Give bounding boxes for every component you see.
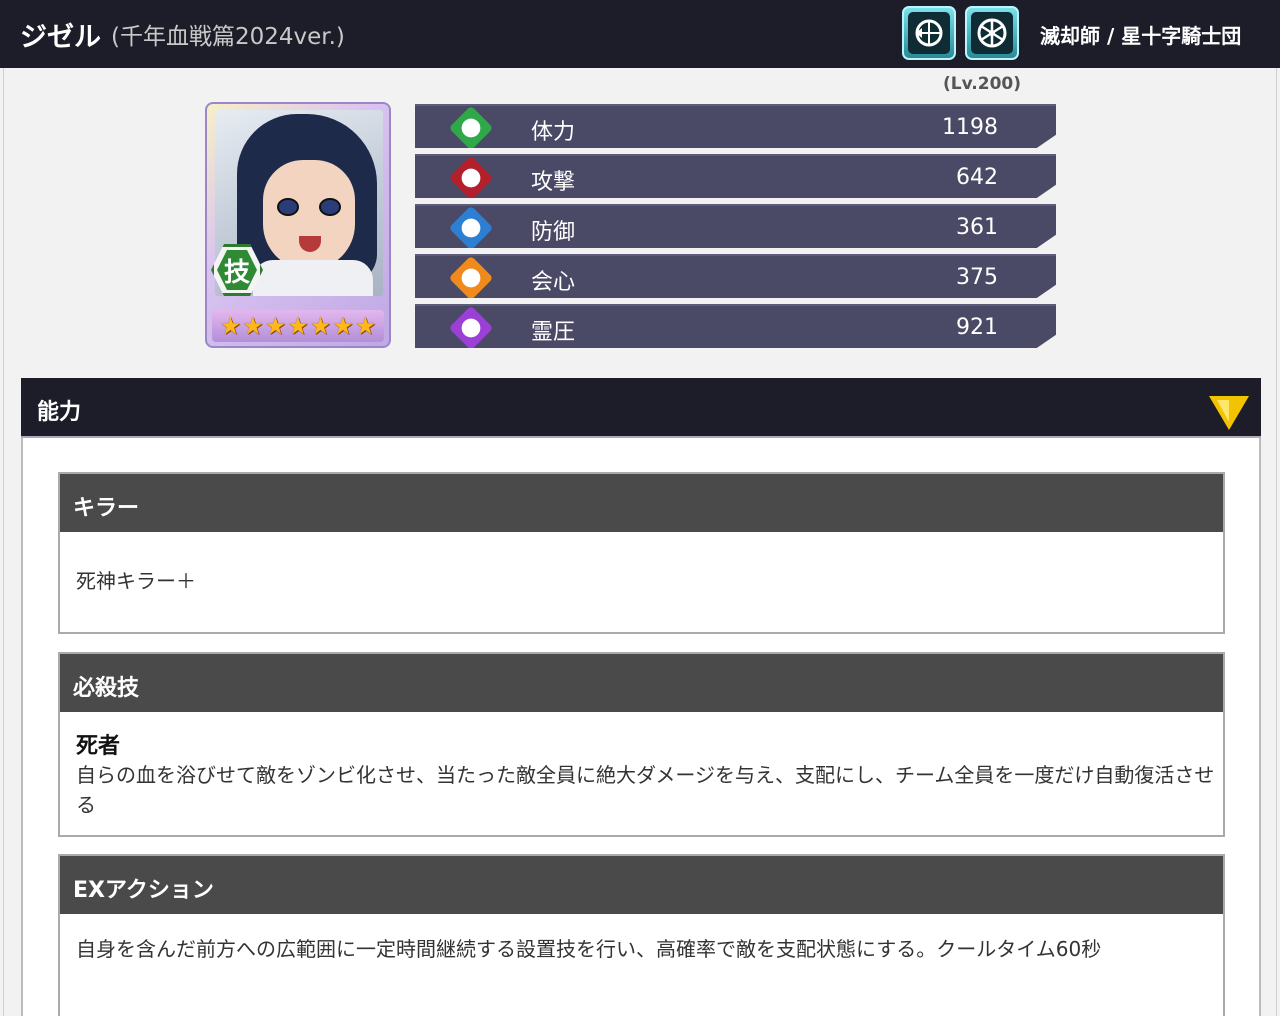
character-header: ジゼル (千年血戦篇2024ver.) 滅却師 / 星十字騎士団 — [0, 0, 1280, 68]
star-icon: ★ — [287, 312, 309, 340]
section-heading: キラー — [60, 474, 1223, 532]
stat-value: 1198 — [942, 115, 998, 140]
skill-name: 死者 — [76, 734, 121, 759]
character-name: ジゼル — [20, 21, 101, 53]
skill-type-badge-label: 技 — [217, 250, 257, 290]
type-icons — [902, 6, 1019, 60]
attack-icon — [448, 155, 494, 198]
hp-icon — [448, 105, 494, 148]
stat-label: 攻撃 — [531, 170, 576, 195]
character-card[interactable]: 技 ★ ★ ★ ★ ★ ★ ★ — [205, 102, 391, 348]
star-icon: ★ — [242, 312, 264, 340]
stat-label: 防御 — [531, 220, 576, 245]
stat-label: 霊圧 — [531, 320, 576, 345]
rarity-stars: ★ ★ ★ ★ ★ ★ ★ — [212, 310, 384, 342]
stat-label: 会心 — [531, 270, 576, 295]
special-move-section: 必殺技 死者 自らの血を浴びせて敵をゾンビ化させ、当たった敵全員に絶大ダメージを… — [58, 652, 1225, 837]
ex-action-section: EXアクション 自身を含んだ前方への広範囲に一定時間継続する設置技を行い、高確率… — [58, 854, 1225, 1016]
section-heading: EXアクション — [60, 856, 1223, 914]
defense-icon — [448, 205, 494, 248]
character-version: (千年血戦篇2024ver.) — [111, 24, 345, 50]
stat-row-defense: 防御 361 — [415, 204, 1056, 248]
section-text: 自らの血を浴びせて敵をゾンビ化させ、当たった敵全員に絶大ダメージを与え、支配にし… — [76, 763, 1215, 817]
wheel-type-icon[interactable] — [965, 6, 1019, 60]
star-icon: ★ — [219, 312, 242, 340]
affiliation-label: 滅却師 / 星十字騎士団 — [1040, 24, 1242, 48]
section-heading: 必殺技 — [60, 654, 1223, 712]
level-label: (Lv.200) — [943, 74, 1022, 94]
collapse-triangle-icon[interactable] — [1209, 396, 1249, 430]
star-icon: ★ — [354, 312, 377, 340]
stat-value: 921 — [956, 315, 998, 340]
stat-value: 642 — [956, 165, 998, 190]
star-icon: ★ — [309, 312, 332, 340]
bow-type-icon[interactable] — [902, 6, 956, 60]
reiatsu-icon — [448, 305, 494, 348]
stat-value: 375 — [956, 265, 998, 290]
killer-section: キラー 死神キラー＋ — [58, 472, 1225, 634]
ability-title: 能力 — [37, 400, 82, 425]
section-text: 自身を含んだ前方への広範囲に一定時間継続する設置技を行い、高確率で敵を支配状態に… — [76, 937, 1102, 961]
section-text: 死神キラー＋ — [76, 569, 196, 593]
stat-row-reiatsu: 霊圧 921 — [415, 304, 1056, 348]
stat-value: 361 — [956, 215, 998, 240]
star-icon: ★ — [264, 312, 287, 340]
critical-icon — [448, 255, 494, 298]
stat-row-critical: 会心 375 — [415, 254, 1056, 298]
stat-row-attack: 攻撃 642 — [415, 154, 1056, 198]
star-icon: ★ — [332, 312, 354, 340]
stat-label: 体力 — [531, 120, 576, 145]
stat-row-hp: 体力 1198 — [415, 104, 1056, 148]
ability-panel-header[interactable]: 能力 — [21, 378, 1261, 438]
